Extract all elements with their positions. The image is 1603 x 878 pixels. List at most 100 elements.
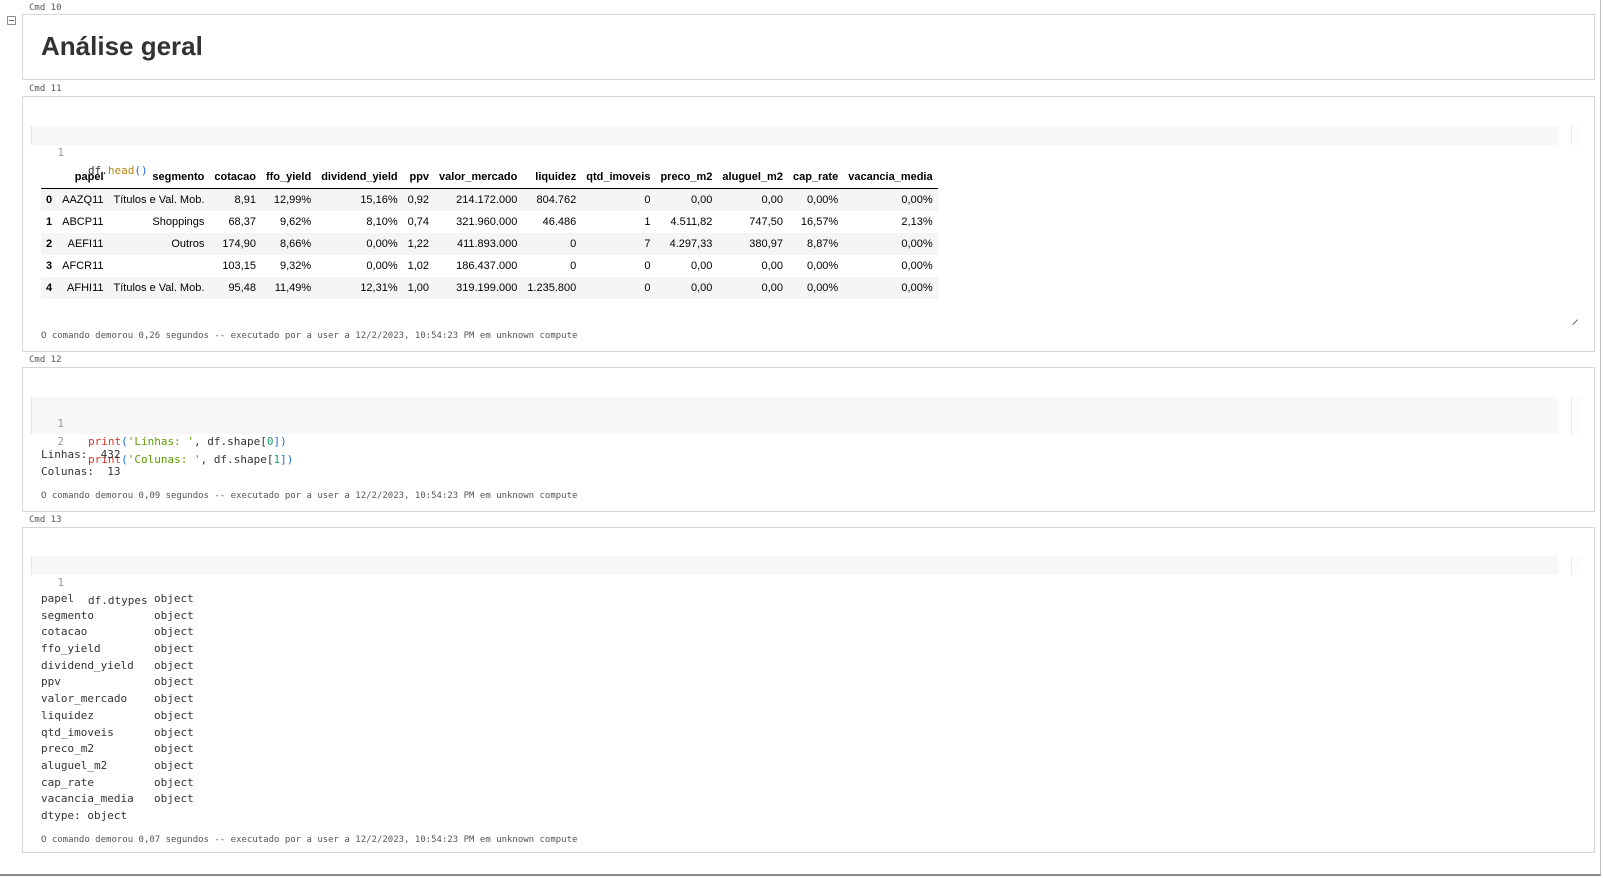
table-cell: 747,50 bbox=[749, 216, 783, 228]
table-cell: AEFI11 bbox=[57, 233, 109, 255]
dtype-value: object bbox=[154, 625, 194, 639]
table-cell: 0,00% bbox=[316, 233, 403, 255]
resize-handle-icon[interactable] bbox=[1571, 313, 1578, 320]
dtype-row: cotacao object bbox=[41, 624, 194, 641]
table-cell: 0,00 bbox=[761, 260, 783, 272]
dtype-value: object bbox=[154, 708, 194, 722]
code-scrollbar[interactable] bbox=[1571, 126, 1582, 145]
table-cell: 12,99% bbox=[260, 188, 317, 211]
dtype-value: object bbox=[154, 658, 194, 672]
dtype-value: object bbox=[154, 742, 194, 756]
table-cell: 319.199.000 bbox=[434, 277, 523, 299]
code-editor[interactable]: 1 print('Linhas: ', df.shape[0]) 2 print… bbox=[31, 397, 1558, 466]
table-header-cell: cap_rate bbox=[787, 166, 844, 189]
table-cell: 1.235.800 bbox=[522, 277, 582, 299]
table-cell: 11,49% bbox=[260, 277, 317, 299]
table-cell: 8,66% bbox=[260, 233, 317, 255]
table-cell: 0,92 bbox=[402, 188, 435, 211]
dtype-column-name: vacancia_media bbox=[41, 792, 134, 806]
table-cell: 8,91 bbox=[209, 188, 261, 211]
table-header-cell: valor_mercado bbox=[434, 166, 523, 189]
dtype-row: preco_m2 object bbox=[41, 741, 194, 758]
dtype-column-name: segmento bbox=[41, 608, 94, 622]
collapse-toggle-icon[interactable] bbox=[7, 16, 16, 25]
table-cell: 8,87% bbox=[787, 233, 844, 255]
dtype-value: object bbox=[154, 642, 194, 656]
table-cell: 8,10% bbox=[366, 216, 398, 228]
cell-label-cmd13: Cmd 13 bbox=[29, 515, 62, 525]
table-cell: 0,00 bbox=[717, 188, 788, 211]
table-cell: 2,13% bbox=[901, 216, 933, 228]
dtype-row: papel object bbox=[41, 591, 194, 608]
dtype-value: object bbox=[154, 592, 194, 605]
dataframe-table: papel segmento cotacao ffo_yield dividend_yi… bbox=[41, 166, 938, 299]
dtype-summary: dtype: object bbox=[41, 808, 128, 822]
dtype-value: object bbox=[154, 675, 194, 689]
code-cell-dtypes[interactable]: 1 df.dtypes papel object segmento object cot… bbox=[22, 527, 1595, 853]
table-header-cell: cotacao bbox=[209, 166, 261, 189]
table-cell: 0 bbox=[581, 188, 656, 211]
table-cell bbox=[109, 255, 210, 277]
table-cell: 0,00% bbox=[787, 188, 844, 211]
table-cell: 0,00% bbox=[366, 260, 398, 272]
code-editor[interactable]: 1 df.head() bbox=[31, 126, 1558, 177]
table-cell: 95,48 bbox=[209, 277, 261, 299]
table-cell: 380,97 bbox=[717, 233, 788, 255]
print-output: Linhas: 432 Colunas: 13 bbox=[41, 447, 120, 480]
table-cell: 68,37 bbox=[228, 216, 256, 228]
table-cell: AFCR11 bbox=[62, 260, 104, 272]
section-heading: Análise geral bbox=[41, 31, 203, 61]
table-cell: 1,22 bbox=[402, 233, 435, 255]
execution-footer: O comando demorou 0,09 segundos -- execu… bbox=[41, 491, 578, 501]
table-cell: Outros bbox=[108, 233, 210, 255]
table-row: 2 AEFI11 Outros 174,90 8,66% 0,00% 1,22 411.893… bbox=[41, 233, 938, 255]
row-index: 0 bbox=[41, 188, 58, 211]
code-scrollbar[interactable] bbox=[1571, 397, 1582, 434]
markdown-cell[interactable]: Análise geral bbox=[22, 14, 1595, 80]
execution-footer: O comando demorou 0,07 segundos -- execu… bbox=[41, 835, 578, 845]
dtype-row: aluguel_m2 object bbox=[41, 758, 194, 775]
dtype-row: segmento object bbox=[41, 608, 194, 625]
dtype-row: valor_mercado object bbox=[41, 691, 194, 708]
dtype-column-name: cap_rate bbox=[41, 775, 94, 789]
table-cell: 7 bbox=[581, 233, 656, 255]
table-cell: 0 bbox=[581, 277, 656, 299]
table-cell: Shoppings bbox=[152, 216, 205, 228]
table-cell: 103,15 bbox=[222, 260, 256, 272]
table-cell: 0,00% bbox=[901, 260, 933, 272]
table-header-cell: ppv bbox=[402, 166, 435, 189]
table-cell: 0,74 bbox=[407, 216, 430, 228]
code-editor[interactable]: 1 df.dtypes bbox=[31, 556, 1558, 607]
dtype-row: ppv object bbox=[41, 674, 194, 691]
dtype-row: dividend_yield object bbox=[41, 658, 194, 675]
table-cell: 0,00% bbox=[807, 260, 839, 272]
output-line: Linhas: 432 bbox=[41, 448, 121, 461]
code-cell-head[interactable]: 1 df.head() papel segmento cotacao ffo_yiel… bbox=[22, 96, 1595, 352]
code-scrollbar[interactable] bbox=[1571, 556, 1582, 575]
dtype-value: object bbox=[154, 725, 194, 739]
dtype-column-name: valor_mercado bbox=[41, 692, 128, 706]
table-cell: 214.172.000 bbox=[434, 188, 523, 211]
table-cell: 0 bbox=[522, 233, 582, 255]
dtype-column-name: aluguel_m2 bbox=[41, 758, 108, 772]
dtype-column-name: liquidez bbox=[41, 708, 94, 722]
table-header-cell: preco_m2 bbox=[655, 166, 718, 189]
table-header-cell: aluguel_m2 bbox=[717, 166, 788, 189]
line-number: 1 bbox=[57, 146, 64, 159]
table-cell: 0,00 bbox=[655, 277, 718, 299]
table-header-cell bbox=[41, 166, 58, 189]
table-cell: 1,02 bbox=[407, 260, 430, 272]
table-cell: Títulos e Val. Mob. bbox=[108, 277, 210, 299]
table-header-cell: liquidez bbox=[522, 166, 582, 189]
row-index: 4 bbox=[41, 277, 58, 299]
table-cell: 0,00 bbox=[717, 277, 788, 299]
table-cell: 4.511,82 bbox=[670, 216, 713, 228]
table-cell: Títulos e Val. Mob. bbox=[108, 188, 210, 211]
table-cell: 15,16% bbox=[316, 188, 403, 211]
table-cell: 0,00% bbox=[843, 188, 938, 211]
dtype-column-name: ffo_yield bbox=[41, 642, 101, 656]
row-index: 1 bbox=[46, 216, 53, 228]
table-cell: AFHI11 bbox=[57, 277, 109, 299]
table-cell: 0 bbox=[644, 260, 651, 272]
code-cell-shape[interactable]: 1 print('Linhas: ', df.shape[0]) 2 print… bbox=[22, 367, 1595, 512]
